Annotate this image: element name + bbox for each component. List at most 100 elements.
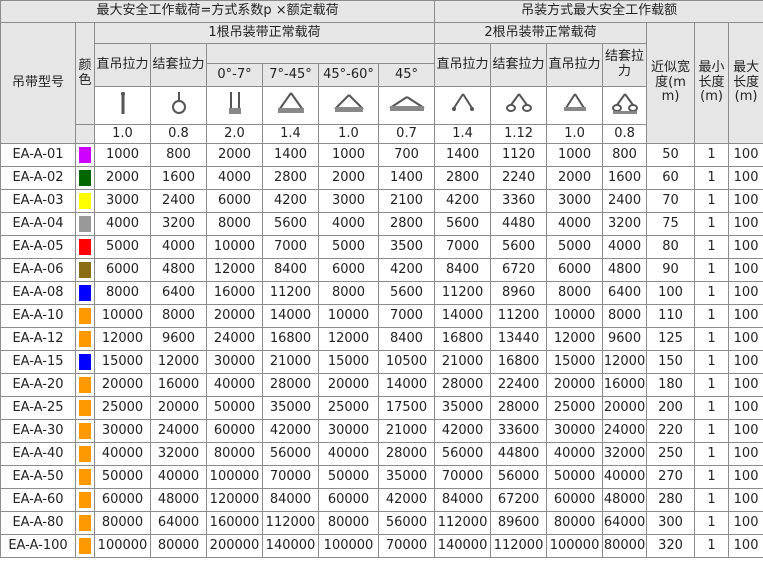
model-cell: EA-A-04: [0, 212, 76, 236]
load-cell: 12000: [94, 327, 151, 351]
load-cell: 4000: [206, 166, 263, 190]
load-cell: 64000: [150, 511, 207, 535]
width-cell: 110: [646, 304, 696, 328]
header-model: 吊带型号: [0, 22, 76, 144]
color-cell: [75, 281, 95, 305]
load-cell: 8400: [262, 258, 319, 282]
load-cell: 12000: [318, 327, 379, 351]
load-cell: 6000: [94, 258, 151, 282]
load-cell: 1600: [150, 166, 207, 190]
max-length-cell: 100: [728, 189, 763, 213]
table-row: EA-A-40 40000 32000 80000 56000 40000 28000 560…: [0, 442, 763, 466]
load-cell: 16000: [150, 373, 207, 397]
min-length-cell: 1: [694, 419, 730, 443]
load-cell: 60000: [206, 419, 263, 443]
load-cell: 10500: [377, 350, 436, 374]
load-cell: 70000: [262, 465, 319, 489]
load-cell: 4000: [150, 235, 207, 259]
color-swatch-orange: [79, 469, 91, 485]
load-cell: 80000: [546, 511, 604, 535]
header-max-safe-formula: 最大安全工作载荷=方式系数p ×额定载荷: [0, 0, 436, 23]
header-max-safe-lifting: 吊装方式最大安全工作载额: [434, 0, 763, 23]
load-cell: 112000: [490, 534, 548, 558]
load-cell: 2800: [377, 212, 436, 236]
load-cell: 16000: [206, 281, 263, 305]
load-cell: 25000: [94, 396, 151, 420]
icon-cell-8: [546, 86, 604, 125]
load-cell: 50000: [206, 396, 263, 420]
load-cell: 2800: [262, 166, 319, 190]
width-cell: 60: [646, 166, 696, 190]
color-swatch-blue: [79, 285, 91, 301]
load-cell: 14000: [434, 304, 492, 328]
load-cell: 3000: [318, 189, 379, 213]
model-cell: EA-A-25: [0, 396, 76, 420]
load-cell: 20000: [318, 373, 379, 397]
max-length-cell: 100: [728, 166, 763, 190]
color-swatch-orange: [79, 377, 91, 393]
load-table-sheet: 最大安全工作载荷=方式系数p ×额定载荷 吊装方式最大安全工作载额 吊带型号 颜…: [0, 0, 763, 574]
load-cell: 800: [602, 143, 648, 167]
min-length-cell: 1: [694, 534, 730, 558]
load-cell: 7000: [434, 235, 492, 259]
load-cell: 5000: [318, 235, 379, 259]
load-cell: 6720: [490, 258, 548, 282]
color-cell: [75, 304, 95, 328]
load-cell: 2100: [377, 189, 436, 213]
color-swatch-grey: [79, 216, 91, 232]
color-cell: [75, 235, 95, 259]
load-cell: 16800: [262, 327, 319, 351]
load-cell: 12000: [150, 350, 207, 374]
load-cell: 70000: [434, 465, 492, 489]
load-cell: 8000: [206, 212, 263, 236]
load-cell: 1000: [318, 143, 379, 167]
color-cell: [75, 442, 95, 466]
model-cell: EA-A-40: [0, 442, 76, 466]
factor-cell: 2.0: [206, 124, 263, 144]
width-cell: 80: [646, 235, 696, 259]
load-cell: 24000: [150, 419, 207, 443]
load-cell: 1400: [377, 166, 436, 190]
load-cell: 30000: [318, 419, 379, 443]
load-cell: 8400: [434, 258, 492, 282]
load-cell: 14000: [262, 304, 319, 328]
factor-cell: 1.4: [434, 124, 492, 144]
load-cell: 4200: [377, 258, 436, 282]
basket-45-60-icon: [320, 90, 378, 121]
table-row: EA-A-05 5000 4000 10000 7000 5000 3500 7000 5600…: [0, 235, 763, 259]
load-cell: 120000: [206, 488, 263, 512]
load-cell: 8000: [318, 281, 379, 305]
load-cell: 140000: [262, 534, 319, 558]
load-cell: 40000: [602, 465, 648, 489]
icon-cell-5: [377, 86, 436, 125]
load-cell: 1120: [490, 143, 548, 167]
width-cell: 150: [646, 350, 696, 374]
load-cell: 16800: [490, 350, 548, 374]
width-cell: 220: [646, 419, 696, 443]
max-length-cell: 100: [728, 304, 763, 328]
load-cell: 15000: [546, 350, 604, 374]
max-length-cell: 100: [728, 396, 763, 420]
min-length-cell: 1: [694, 350, 730, 374]
load-cell: 56000: [377, 511, 436, 535]
factor-cell: 1.0: [318, 124, 379, 144]
load-cell: 7000: [262, 235, 319, 259]
load-cell: 40000: [206, 373, 263, 397]
width-cell: 70: [646, 189, 696, 213]
color-cell: [75, 396, 95, 420]
load-cell: 20000: [602, 396, 648, 420]
header-choke-double: 结套拉力: [490, 43, 548, 87]
header-angle-0-7: 0°-7°: [206, 63, 263, 87]
max-length-cell: 100: [728, 281, 763, 305]
icon-cell-0: [94, 86, 151, 125]
load-cell: 28000: [377, 442, 436, 466]
color-swatch-green: [79, 170, 91, 186]
color-cell: [75, 488, 95, 512]
header-basket-blank: [205, 43, 436, 64]
load-cell: 6000: [206, 189, 263, 213]
load-cell: 100000: [206, 465, 263, 489]
table-row: EA-A-12 12000 9600 24000 16800 12000 8400 16800…: [0, 327, 763, 351]
load-cell: 28000: [434, 373, 492, 397]
min-length-cell: 1: [694, 373, 730, 397]
load-cell: 16000: [602, 373, 648, 397]
